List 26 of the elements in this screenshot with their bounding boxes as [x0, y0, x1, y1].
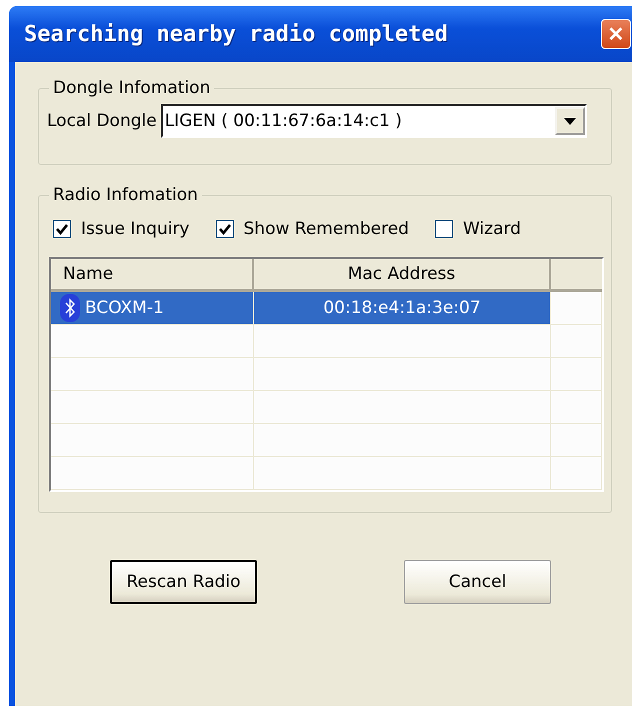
- checkbox-option[interactable]: Show Remembered: [216, 219, 409, 239]
- column-header[interactable]: Mac Address: [254, 259, 551, 292]
- table-cell[interactable]: 00:18:e4:1a:3e:07: [254, 292, 551, 325]
- table-cell[interactable]: BCOXM-1: [51, 292, 254, 325]
- column-header: [551, 259, 602, 292]
- close-button[interactable]: ✕: [601, 19, 631, 49]
- dialog-button[interactable]: Rescan Radio: [110, 560, 257, 604]
- checkbox[interactable]: [434, 220, 453, 238]
- dongle-dropdown[interactable]: LIGEN ( 00:11:67:6a:14:c1 ): [160, 104, 587, 138]
- field-label: Local Dongle: [47, 111, 157, 131]
- bluetooth-icon: [59, 294, 81, 322]
- group-title: Radio Infomation: [52, 185, 199, 205]
- table-cell: [551, 325, 602, 358]
- checkbox-option[interactable]: Issue Inquiry: [53, 219, 190, 239]
- table-cell: [551, 292, 602, 325]
- table-cell: [551, 424, 602, 457]
- table-cell: [551, 358, 602, 391]
- checkbox[interactable]: [53, 220, 71, 238]
- checkbox[interactable]: [216, 220, 234, 238]
- group-title: Dongle Infomation: [52, 78, 212, 98]
- table-cell: [551, 391, 602, 424]
- window-title: Searching nearby radio completed: [23, 22, 449, 46]
- column-header[interactable]: Name: [51, 259, 254, 292]
- checkbox-option[interactable]: Wizard: [434, 219, 521, 239]
- dialog-button[interactable]: Cancel: [404, 560, 551, 604]
- table-cell: [551, 457, 602, 490]
